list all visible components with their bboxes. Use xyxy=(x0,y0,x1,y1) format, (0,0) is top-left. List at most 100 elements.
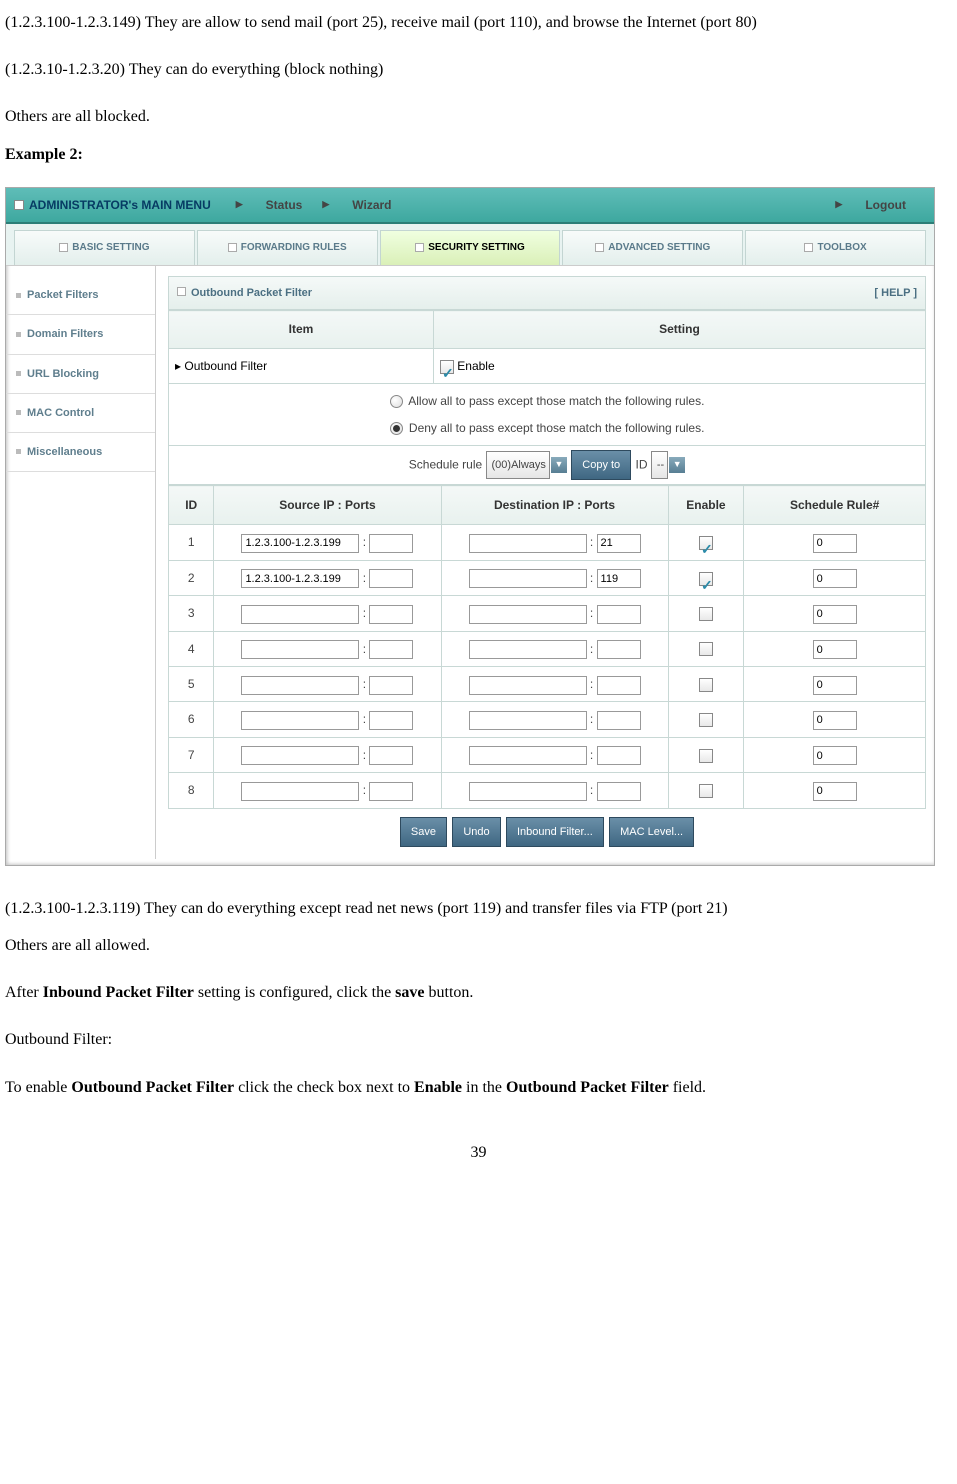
rule-enable-checkbox[interactable] xyxy=(699,607,713,621)
dest-port-input[interactable] xyxy=(597,605,641,624)
source-port-input[interactable] xyxy=(369,569,413,588)
enable-label: Enable xyxy=(457,359,494,373)
source-ip-input[interactable] xyxy=(241,569,359,588)
dest-ip-input[interactable] xyxy=(469,782,587,801)
schedule-rule-input[interactable] xyxy=(813,534,857,553)
dest-ip-input[interactable] xyxy=(469,640,587,659)
rule-enable-checkbox[interactable] xyxy=(699,536,713,550)
dest-ip-input[interactable] xyxy=(469,676,587,695)
dest-port-input[interactable] xyxy=(597,676,641,695)
sidebar-item-url-blocking[interactable]: URL Blocking xyxy=(6,355,155,394)
dropdown-icon[interactable]: ▼ xyxy=(669,457,685,473)
para-8: To enable Outbound Packet Filter click t… xyxy=(5,1070,952,1105)
tab-icon xyxy=(415,243,424,252)
dest-port-input[interactable] xyxy=(597,746,641,765)
tab-label: FORWARDING RULES xyxy=(241,242,347,253)
sidebar-item-label: Packet Filters xyxy=(27,283,99,307)
example-heading: Example 2: xyxy=(5,137,952,172)
rule-enable-checkbox[interactable] xyxy=(699,713,713,727)
source-port-input[interactable] xyxy=(369,605,413,624)
bullet-icon xyxy=(16,410,21,415)
bullet-icon xyxy=(16,449,21,454)
wizard-link[interactable]: Wizard xyxy=(352,192,391,218)
rule-enable-checkbox[interactable] xyxy=(699,642,713,656)
schedule-rule-input[interactable] xyxy=(813,569,857,588)
tab-toolbox[interactable]: TOOLBOX xyxy=(745,230,926,265)
dropdown-icon[interactable]: ▼ xyxy=(551,457,567,473)
sidebar-item-packet-filters[interactable]: Packet Filters xyxy=(6,276,155,315)
logout-link[interactable]: Logout xyxy=(865,192,906,218)
tab-label: ADVANCED SETTING xyxy=(608,242,710,253)
sidebar-item-miscellaneous[interactable]: Miscellaneous xyxy=(6,433,155,472)
top-bar: ADMINISTRATOR's MAIN MENU ▶ Status ▶ Wiz… xyxy=(6,188,934,224)
rule-enable-checkbox[interactable] xyxy=(699,678,713,692)
id-label: ID xyxy=(636,457,648,471)
dest-port-input[interactable] xyxy=(597,569,641,588)
tab-advanced-setting[interactable]: ADVANCED SETTING xyxy=(562,230,743,265)
source-ip-input[interactable] xyxy=(241,711,359,730)
source-ip-input[interactable] xyxy=(241,782,359,801)
panel-header: Outbound Packet Filter [ HELP ] xyxy=(168,276,926,310)
dest-port-input[interactable] xyxy=(597,782,641,801)
schedule-rule-input[interactable] xyxy=(813,676,857,695)
sidebar-item-domain-filters[interactable]: Domain Filters xyxy=(6,315,155,354)
schedule-select[interactable]: (00)Always xyxy=(486,451,550,479)
source-ip-input[interactable] xyxy=(241,746,359,765)
menu-icon xyxy=(14,200,24,210)
sidebar-item-mac-control[interactable]: MAC Control xyxy=(6,394,155,433)
copy-to-button[interactable]: Copy to xyxy=(571,450,631,480)
para-4: (1.2.3.100-1.2.3.119) They can do everyt… xyxy=(5,891,952,926)
inbound-filter-button[interactable]: Inbound Filter... xyxy=(506,817,604,847)
mac-level-button[interactable]: MAC Level... xyxy=(609,817,694,847)
dest-port-input[interactable] xyxy=(597,711,641,730)
source-ip-input[interactable] xyxy=(241,605,359,624)
source-port-input[interactable] xyxy=(369,534,413,553)
deny-radio[interactable] xyxy=(390,422,403,435)
source-port-input[interactable] xyxy=(369,782,413,801)
table-row: 4 : : xyxy=(169,631,926,666)
dest-ip-input[interactable] xyxy=(469,569,587,588)
source-ip-input[interactable] xyxy=(241,676,359,695)
status-link[interactable]: Status xyxy=(266,192,303,218)
rule-id: 6 xyxy=(169,702,214,737)
sidebar-item-label: MAC Control xyxy=(27,401,94,425)
tab-forwarding-rules[interactable]: FORWARDING RULES xyxy=(197,230,378,265)
source-port-input[interactable] xyxy=(369,640,413,659)
dest-ip-input[interactable] xyxy=(469,605,587,624)
tab-security-setting[interactable]: SECURITY SETTING xyxy=(380,230,561,265)
schedule-rule-input[interactable] xyxy=(813,711,857,730)
sidebar-item-label: URL Blocking xyxy=(27,362,99,386)
schedule-rule-input[interactable] xyxy=(813,605,857,624)
schedule-rule-input[interactable] xyxy=(813,746,857,765)
undo-button[interactable]: Undo xyxy=(452,817,500,847)
dest-port-input[interactable] xyxy=(597,640,641,659)
dest-port-input[interactable] xyxy=(597,534,641,553)
rule-enable-checkbox[interactable] xyxy=(699,784,713,798)
bullet-icon xyxy=(16,371,21,376)
enable-checkbox[interactable] xyxy=(440,360,454,374)
tab-icon xyxy=(59,243,68,252)
source-port-input[interactable] xyxy=(369,746,413,765)
help-link[interactable]: [ HELP ] xyxy=(874,281,917,305)
source-port-input[interactable] xyxy=(369,711,413,730)
table-row: 8 : : xyxy=(169,773,926,808)
triangle-icon: ▶ xyxy=(835,195,842,215)
tab-basic-setting[interactable]: BASIC SETTING xyxy=(14,230,195,265)
id-select[interactable]: -- xyxy=(651,451,668,479)
dest-ip-input[interactable] xyxy=(469,534,587,553)
save-button[interactable]: Save xyxy=(400,817,447,847)
tab-label: BASIC SETTING xyxy=(72,242,149,253)
schedule-rule-input[interactable] xyxy=(813,640,857,659)
allow-radio-label: Allow all to pass except those match the… xyxy=(408,394,704,408)
source-ip-input[interactable] xyxy=(241,640,359,659)
main-content: Outbound Packet Filter [ HELP ] Item Set… xyxy=(156,266,934,859)
allow-radio[interactable] xyxy=(390,395,403,408)
source-ip-input[interactable] xyxy=(241,534,359,553)
rule-enable-checkbox[interactable] xyxy=(699,749,713,763)
schedule-rule-input[interactable] xyxy=(813,782,857,801)
source-port-input[interactable] xyxy=(369,676,413,695)
table-row: 3 : : xyxy=(169,596,926,631)
dest-ip-input[interactable] xyxy=(469,746,587,765)
dest-ip-input[interactable] xyxy=(469,711,587,730)
rule-enable-checkbox[interactable] xyxy=(699,572,713,586)
